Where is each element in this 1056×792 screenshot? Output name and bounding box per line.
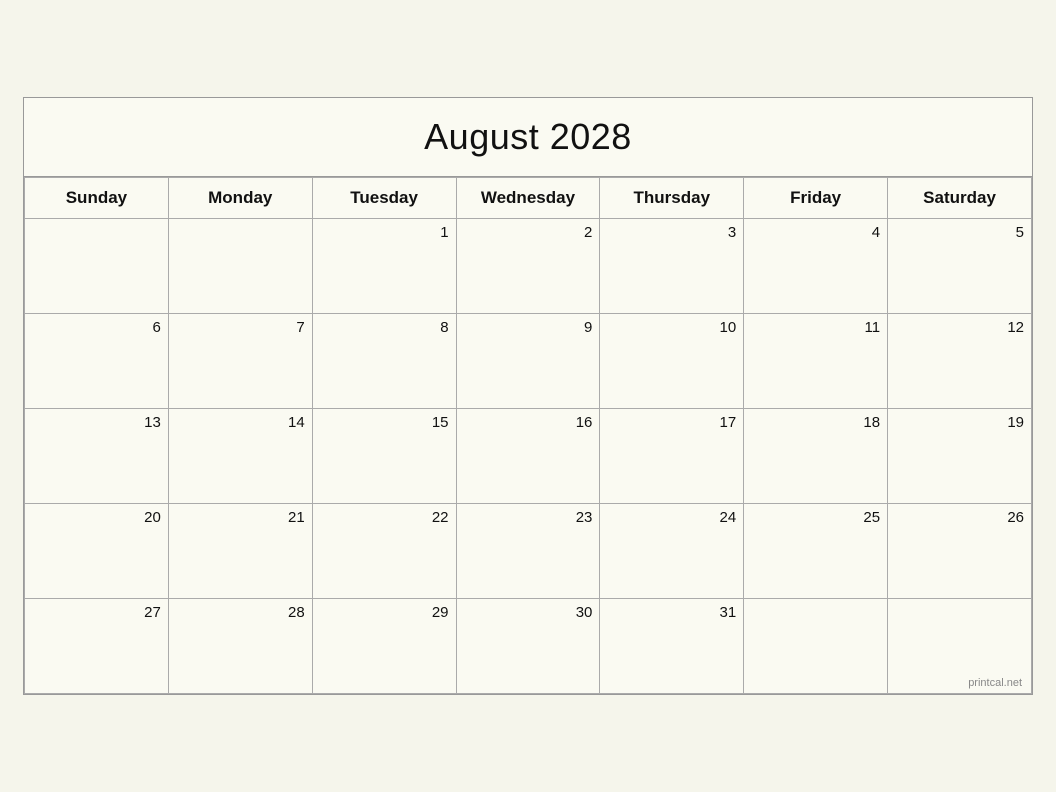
calendar-container: August 2028 SundayMondayTuesdayWednesday… [23, 97, 1033, 695]
calendar-cell: 12 [888, 314, 1032, 409]
day-number: 20 [28, 509, 161, 526]
day-number: 27 [28, 604, 161, 621]
calendar-week-row: 12345 [25, 219, 1032, 314]
calendar-cell: 8 [312, 314, 456, 409]
calendar-cell: 9 [456, 314, 600, 409]
calendar-cell: 13 [25, 409, 169, 504]
calendar-cell: 27 [25, 599, 169, 694]
day-number: 4 [747, 224, 880, 241]
calendar-cell: 20 [25, 504, 169, 599]
weekday-header-saturday: Saturday [888, 178, 1032, 219]
day-number: 19 [891, 414, 1024, 431]
calendar-cell: 15 [312, 409, 456, 504]
calendar-cell: 6 [25, 314, 169, 409]
day-number: 24 [603, 509, 736, 526]
day-number: 26 [891, 509, 1024, 526]
calendar-cell: 18 [744, 409, 888, 504]
calendar-week-row: 20 21 22 23 24 25 26 [25, 504, 1032, 599]
calendar-cell: 26 [888, 504, 1032, 599]
calendar-cell [25, 219, 169, 314]
calendar-cell: 7 [168, 314, 312, 409]
day-number: 5 [891, 224, 1024, 241]
day-number: 11 [747, 319, 880, 336]
calendar-cell: 14 [168, 409, 312, 504]
calendar-cell: 25 [744, 504, 888, 599]
weekday-header-sunday: Sunday [25, 178, 169, 219]
day-number: 6 [28, 319, 161, 336]
calendar-cell: 17 [600, 409, 744, 504]
calendar-title: August 2028 [24, 98, 1032, 177]
calendar-cell: 28 [168, 599, 312, 694]
day-number: 17 [603, 414, 736, 431]
day-number: 29 [316, 604, 449, 621]
weekday-header-monday: Monday [168, 178, 312, 219]
day-number: 30 [460, 604, 593, 621]
weekday-header-tuesday: Tuesday [312, 178, 456, 219]
day-number: 3 [603, 224, 736, 241]
calendar-cell: 23 [456, 504, 600, 599]
calendar-cell: 16 [456, 409, 600, 504]
day-number: 12 [891, 319, 1024, 336]
calendar-cell: 4 [744, 219, 888, 314]
calendar-cell: 5 [888, 219, 1032, 314]
day-number: 10 [603, 319, 736, 336]
day-number: 7 [172, 319, 305, 336]
day-number: 2 [460, 224, 593, 241]
calendar-cell: 21 [168, 504, 312, 599]
calendar-cell: 10 [600, 314, 744, 409]
calendar-cell: 19 [888, 409, 1032, 504]
calendar-week-row: 13 14 15 16 17 18 19 [25, 409, 1032, 504]
day-number: 18 [747, 414, 880, 431]
day-number: 14 [172, 414, 305, 431]
day-number: 16 [460, 414, 593, 431]
calendar-cell [744, 599, 888, 694]
day-number: 31 [603, 604, 736, 621]
calendar-cell: 2 [456, 219, 600, 314]
calendar-cell: 29 [312, 599, 456, 694]
day-number: 1 [316, 224, 449, 241]
weekday-header-thursday: Thursday [600, 178, 744, 219]
calendar-week-row: 27 28 29 30 31 [25, 599, 1032, 694]
watermark: printcal.net [968, 677, 1022, 689]
calendar-cell: 31 [600, 599, 744, 694]
day-number: 9 [460, 319, 593, 336]
weekday-header-friday: Friday [744, 178, 888, 219]
calendar-cell: 22 [312, 504, 456, 599]
calendar-cell: 11 [744, 314, 888, 409]
calendar-table: SundayMondayTuesdayWednesdayThursdayFrid… [24, 177, 1032, 694]
weekday-header-wednesday: Wednesday [456, 178, 600, 219]
calendar-cell [168, 219, 312, 314]
calendar-week-row: 6789 10 11 12 [25, 314, 1032, 409]
day-number: 8 [316, 319, 449, 336]
calendar-cell: 3 [600, 219, 744, 314]
day-number: 28 [172, 604, 305, 621]
day-number: 13 [28, 414, 161, 431]
calendar-cell: 30 [456, 599, 600, 694]
day-number: 25 [747, 509, 880, 526]
weekday-header-row: SundayMondayTuesdayWednesdayThursdayFrid… [25, 178, 1032, 219]
day-number: 15 [316, 414, 449, 431]
day-number: 23 [460, 509, 593, 526]
day-number: 22 [316, 509, 449, 526]
day-number: 21 [172, 509, 305, 526]
calendar-cell: 24 [600, 504, 744, 599]
calendar-cell: 1 [312, 219, 456, 314]
